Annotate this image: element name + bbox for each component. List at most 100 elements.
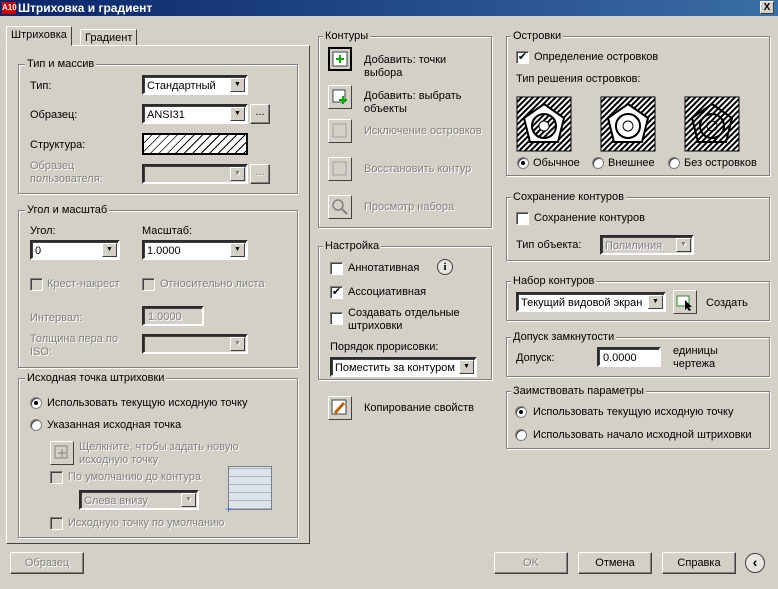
custom-pattern-select[interactable]: ▼ bbox=[142, 164, 248, 184]
pattern-browse-button[interactable]: ... bbox=[250, 104, 270, 124]
angle-value: 0 bbox=[35, 245, 42, 257]
brush-icon bbox=[331, 399, 347, 415]
use-current-origin-radio[interactable] bbox=[30, 397, 42, 409]
origin-position-value: Слева внизу bbox=[84, 495, 148, 507]
more-options-icon[interactable]: ‹ bbox=[745, 553, 765, 573]
pattern-swatch[interactable] bbox=[142, 133, 248, 155]
chevron-down-icon: ▼ bbox=[102, 243, 117, 257]
close-button[interactable]: X bbox=[760, 1, 774, 14]
inherit-source-origin-radio[interactable] bbox=[515, 429, 527, 441]
add-select-objects-button[interactable] bbox=[328, 85, 352, 109]
view-selections-button[interactable] bbox=[328, 195, 352, 219]
group-title: Сохранение контуров bbox=[511, 190, 627, 204]
help-button[interactable]: Справка bbox=[662, 552, 736, 574]
tab-gradient[interactable]: Градиент bbox=[80, 29, 138, 46]
draw-order-label: Порядок прорисовки: bbox=[330, 341, 439, 353]
default-extents-label: По умолчанию до контура bbox=[68, 471, 201, 483]
group-title: Угол и масштаб bbox=[25, 203, 110, 217]
store-default-label: Исходную точку по умолчанию bbox=[68, 517, 225, 529]
island-ignore-icon bbox=[684, 96, 740, 152]
chevron-down-icon: ▼ bbox=[181, 493, 196, 507]
inherit-current-origin-label: Использовать текущую исходную точку bbox=[533, 406, 734, 418]
island-ignore-label: Без островков bbox=[684, 157, 757, 169]
gap-units-label: единицы чертежа bbox=[673, 345, 718, 370]
spacing-label: Интервал: bbox=[30, 312, 83, 324]
iso-pen-label: Толщина пера по ISO: bbox=[30, 333, 119, 358]
scale-value: 1.0000 bbox=[147, 245, 181, 257]
type-select[interactable]: Стандартный ▼ bbox=[142, 75, 248, 95]
iso-pen-select[interactable]: ▼ bbox=[142, 334, 248, 354]
specified-origin-label: Указанная исходная точка bbox=[47, 419, 182, 431]
chevron-down-icon: ▼ bbox=[676, 238, 691, 252]
boundary-set-select[interactable]: Текущий видовой экран ▼ bbox=[516, 292, 666, 312]
structure-label: Структура: bbox=[30, 139, 86, 151]
associative-label: Ассоциативная bbox=[348, 286, 427, 298]
relative-paper-label: Относительно листа bbox=[160, 278, 265, 290]
ok-button[interactable]: OK bbox=[494, 552, 568, 574]
gap-tolerance-input[interactable]: 0.0000 bbox=[597, 347, 661, 367]
title-bar: A10 Штриховка и градиент X bbox=[0, 0, 778, 16]
pattern-label: Образец: bbox=[30, 109, 78, 121]
click-set-origin-button[interactable] bbox=[50, 441, 74, 465]
angle-select[interactable]: 0 ▼ bbox=[30, 240, 120, 260]
island-normal-radio[interactable] bbox=[517, 157, 529, 169]
specified-origin-radio[interactable] bbox=[30, 419, 42, 431]
angle-label: Угол: bbox=[30, 225, 56, 237]
separate-hatches-checkbox[interactable] bbox=[330, 312, 343, 325]
recreate-boundary-button[interactable] bbox=[328, 157, 352, 181]
add-pick-points-icon bbox=[332, 51, 348, 67]
pattern-value: ANSI31 bbox=[147, 109, 185, 121]
origin-preview-icon: + bbox=[225, 466, 272, 515]
click-set-origin-label: Щелкните, чтобы задать новую исходную то… bbox=[79, 441, 239, 466]
default-extents-checkbox[interactable] bbox=[50, 471, 63, 484]
retain-boundaries-label: Сохранение контуров bbox=[534, 212, 646, 224]
pattern-select[interactable]: ANSI31 ▼ bbox=[142, 104, 248, 124]
object-type-select[interactable]: Полилиния ▼ bbox=[600, 235, 694, 255]
type-value: Стандартный bbox=[147, 80, 216, 92]
double-label: Крест-накрест bbox=[47, 278, 120, 290]
use-current-origin-label: Использовать текущую исходную точку bbox=[47, 397, 248, 409]
boundary-set-value: Текущий видовой экран bbox=[521, 297, 643, 309]
island-ignore-radio[interactable] bbox=[668, 157, 680, 169]
info-icon[interactable]: i bbox=[437, 259, 453, 275]
scale-label: Масштаб: bbox=[142, 225, 193, 237]
scale-select[interactable]: 1.0000 ▼ bbox=[142, 240, 248, 260]
tab-hatch[interactable]: Штриховка bbox=[6, 26, 72, 46]
store-default-checkbox[interactable] bbox=[50, 517, 63, 530]
island-normal-label: Обычное bbox=[533, 157, 580, 169]
chevron-down-icon: ▼ bbox=[230, 337, 245, 351]
recreate-boundary-icon bbox=[332, 161, 347, 176]
cursor-select-icon bbox=[676, 295, 692, 311]
inherit-source-origin-label: Использовать начало исходной штриховки bbox=[533, 429, 752, 441]
add-select-objects-label: Добавить: выбрать объекты bbox=[364, 90, 462, 115]
island-normal-icon bbox=[516, 96, 572, 152]
island-detection-checkbox[interactable]: ✔ bbox=[516, 51, 529, 64]
remove-islands-button[interactable] bbox=[328, 119, 352, 143]
new-boundary-set-button[interactable] bbox=[673, 290, 697, 314]
object-type-value: Полилиния bbox=[605, 240, 663, 252]
add-pick-points-label: Добавить: точки выбора bbox=[364, 54, 447, 79]
group-title: Тип и массив bbox=[25, 57, 97, 71]
chevron-down-icon: ▼ bbox=[648, 295, 663, 309]
draw-order-select[interactable]: Поместить за контуром ▼ bbox=[330, 357, 477, 377]
relative-paper-checkbox[interactable] bbox=[142, 278, 155, 291]
preview-button[interactable]: Образец bbox=[10, 552, 84, 574]
spacing-input[interactable]: 1.0000 bbox=[142, 306, 204, 326]
type-label: Тип: bbox=[30, 80, 52, 92]
inherit-properties-button[interactable] bbox=[328, 396, 352, 420]
cancel-button[interactable]: Отмена bbox=[578, 552, 652, 574]
gap-tolerance-label: Допуск: bbox=[516, 352, 555, 364]
inherit-current-origin-radio[interactable] bbox=[515, 406, 527, 418]
origin-position-select[interactable]: Слева внизу ▼ bbox=[79, 490, 199, 510]
group-title: Настройка bbox=[323, 239, 382, 253]
chevron-down-icon: ▼ bbox=[230, 78, 245, 92]
double-checkbox[interactable] bbox=[30, 278, 43, 291]
annotative-checkbox[interactable] bbox=[330, 262, 343, 275]
group-title: Набор контуров bbox=[511, 274, 597, 288]
add-pick-points-button[interactable] bbox=[328, 47, 352, 71]
island-style-label: Тип решения островков: bbox=[516, 73, 641, 85]
custom-browse-button[interactable]: ... bbox=[250, 164, 270, 184]
island-outer-radio[interactable] bbox=[592, 157, 604, 169]
associative-checkbox[interactable]: ✔ bbox=[330, 286, 343, 299]
retain-boundaries-checkbox[interactable] bbox=[516, 212, 529, 225]
